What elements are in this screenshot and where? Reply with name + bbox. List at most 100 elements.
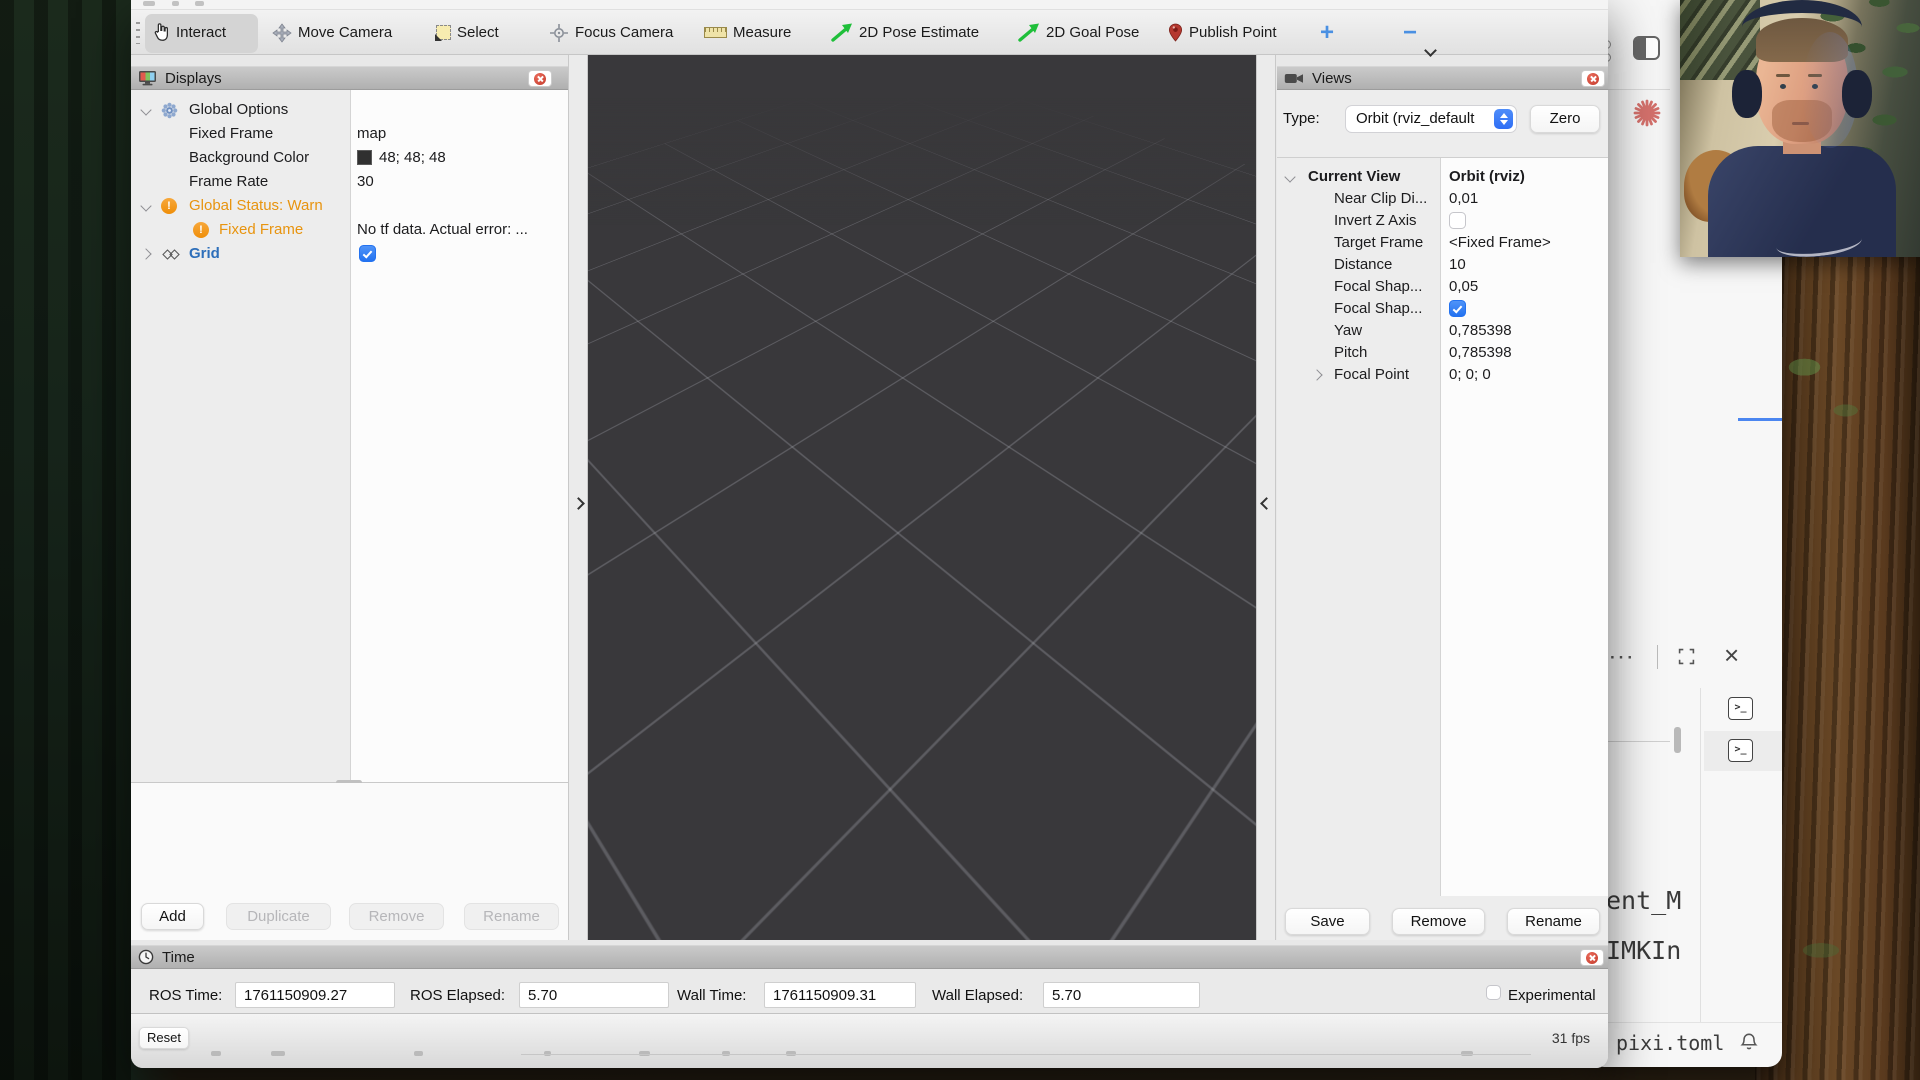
add-tool-button[interactable]: + xyxy=(1320,10,1334,55)
tree-label: Invert Z Axis xyxy=(1334,210,1417,232)
view-row-distance[interactable]: Distance 10 xyxy=(1277,254,1608,276)
zero-button[interactable]: Zero xyxy=(1530,105,1600,133)
tree-value[interactable]: 0,05 xyxy=(1449,276,1478,298)
view-row-focal-point[interactable]: Focal Point 0; 0; 0 xyxy=(1277,364,1608,386)
color-swatch[interactable] xyxy=(357,150,372,165)
webcam-headphones-band xyxy=(1742,0,1862,54)
status-filename[interactable]: pixi.toml xyxy=(1616,1031,1724,1055)
chevron-right-icon[interactable] xyxy=(140,248,151,259)
tree-value[interactable]: 0,785398 xyxy=(1449,342,1512,364)
3d-viewport[interactable] xyxy=(588,55,1256,940)
gear-icon xyxy=(161,102,178,119)
wall-time-field[interactable] xyxy=(764,982,916,1008)
collapse-left-icon[interactable] xyxy=(572,497,585,510)
views-panel-header[interactable]: Views xyxy=(1277,66,1608,90)
duplicate-display-button[interactable]: Duplicate xyxy=(226,903,331,930)
rename-view-button[interactable]: Rename xyxy=(1507,908,1600,935)
chevron-down-icon[interactable] xyxy=(140,104,151,115)
terminal-icon[interactable]: >_ xyxy=(1728,739,1753,762)
tree-value[interactable]: <Fixed Frame> xyxy=(1449,232,1551,254)
chevron-down-icon[interactable] xyxy=(140,200,151,211)
tree-label: Current View xyxy=(1308,166,1400,188)
close-icon[interactable] xyxy=(1581,70,1605,87)
tree-value[interactable]: map xyxy=(357,122,386,146)
wall-elapsed-field[interactable] xyxy=(1043,982,1200,1008)
chevron-right-icon[interactable] xyxy=(1311,369,1322,380)
tree-value: Orbit (rviz) xyxy=(1449,166,1525,188)
time-panel-header[interactable]: Time xyxy=(131,945,1608,969)
tree-row-fixed-frame[interactable]: Fixed Frame map xyxy=(131,122,568,146)
tool-move-camera[interactable]: Move Camera xyxy=(272,10,392,55)
scrollbar-thumb[interactable] xyxy=(1674,727,1681,753)
tree-value[interactable]: 0; 0; 0 xyxy=(1449,364,1491,386)
tree-value[interactable]: 48; 48; 48 xyxy=(379,146,446,170)
remove-view-button[interactable]: Remove xyxy=(1392,908,1485,935)
move-arrows-icon xyxy=(272,23,292,43)
collapse-right-icon[interactable] xyxy=(1260,497,1273,510)
expand-icon[interactable] xyxy=(1678,648,1695,665)
tree-row-background-color[interactable]: Background Color 48; 48; 48 xyxy=(131,146,568,170)
map-pin-icon xyxy=(1168,23,1183,42)
tool-measure[interactable]: Measure xyxy=(704,10,791,55)
experimental-checkbox[interactable] xyxy=(1486,985,1501,1000)
tree-row-global-status[interactable]: ! Global Status: Warn xyxy=(131,194,568,218)
view-row-focal-shape-size[interactable]: Focal Shap... 0,05 xyxy=(1277,276,1608,298)
rename-display-button[interactable]: Rename xyxy=(464,903,559,930)
invert-z-checkbox[interactable] xyxy=(1449,212,1466,229)
displays-panel-header[interactable]: Displays xyxy=(131,66,568,90)
tree-row-grid[interactable]: Grid xyxy=(131,242,568,266)
remove-tool-button[interactable]: − xyxy=(1403,10,1417,55)
view-row-pitch[interactable]: Pitch 0,785398 xyxy=(1277,342,1608,364)
clipped-glyph xyxy=(271,1051,285,1056)
view-type-dropdown[interactable]: Orbit (rviz_default xyxy=(1345,105,1517,133)
divider xyxy=(1700,688,1701,1023)
tree-value[interactable]: 0,785398 xyxy=(1449,320,1512,342)
tool-label: 2D Goal Pose xyxy=(1046,24,1139,41)
focal-shape-checkbox[interactable] xyxy=(1449,300,1466,317)
close-icon[interactable] xyxy=(528,70,552,87)
chevron-down-icon[interactable] xyxy=(1284,171,1295,182)
ros-time-field[interactable] xyxy=(235,982,395,1008)
tool-focus-camera[interactable]: Focus Camera xyxy=(549,10,673,55)
bell-icon[interactable] xyxy=(1738,1031,1760,1053)
views-panel-icon xyxy=(1284,72,1304,85)
remove-display-button[interactable]: Remove xyxy=(349,903,444,930)
save-view-button[interactable]: Save xyxy=(1285,908,1370,935)
webcam-overlay xyxy=(1680,0,1920,257)
view-row-current-view[interactable]: Current View Orbit (rviz) xyxy=(1277,166,1608,188)
close-icon[interactable] xyxy=(1580,949,1604,966)
tool-interact[interactable]: Interact xyxy=(153,10,226,55)
tree-value[interactable]: 0,01 xyxy=(1449,188,1478,210)
view-row-near-clip[interactable]: Near Clip Di... 0,01 xyxy=(1277,188,1608,210)
tool-label: Focus Camera xyxy=(575,24,673,41)
tree-row-frame-rate[interactable]: Frame Rate 30 xyxy=(131,170,568,194)
tree-value[interactable]: 10 xyxy=(1449,254,1466,276)
tree-row-fixed-frame-warning[interactable]: ! Fixed Frame No tf data. Actual error: … xyxy=(131,218,568,242)
clipped-divider xyxy=(521,1054,1531,1055)
ros-elapsed-field[interactable] xyxy=(519,982,669,1008)
terminal-icon[interactable]: >_ xyxy=(1728,697,1753,720)
reset-button[interactable]: Reset xyxy=(139,1027,189,1049)
view-row-focal-shape-fixed[interactable]: Focal Shap... xyxy=(1277,298,1608,320)
view-row-invert-z[interactable]: Invert Z Axis xyxy=(1277,210,1608,232)
close-icon[interactable]: × xyxy=(1724,644,1739,666)
tool-2d-goal-pose[interactable]: 2D Goal Pose xyxy=(1018,10,1139,55)
add-display-button[interactable]: Add xyxy=(141,903,204,930)
view-row-target-frame[interactable]: Target Frame <Fixed Frame> xyxy=(1277,232,1608,254)
toolbar-drag-handle[interactable] xyxy=(136,22,140,44)
tool-publish-point[interactable]: Publish Point xyxy=(1168,10,1277,55)
code-fragment: IMKIn xyxy=(1606,936,1681,965)
tool-select[interactable]: Select xyxy=(436,10,499,55)
tree-label: Focal Shap... xyxy=(1334,276,1422,298)
view-row-yaw[interactable]: Yaw 0,785398 xyxy=(1277,320,1608,342)
asterisk-icon[interactable] xyxy=(1631,97,1663,129)
tree-row-global-options[interactable]: Global Options xyxy=(131,98,568,122)
tree-value[interactable]: 30 xyxy=(357,170,374,194)
toolbar-overflow-chevron-down-icon[interactable] xyxy=(1424,44,1437,57)
tool-2d-pose-estimate[interactable]: 2D Pose Estimate xyxy=(831,10,979,55)
sidebar-toggle-icon[interactable] xyxy=(1633,36,1660,60)
right-panel-collapse-handle[interactable] xyxy=(1256,55,1276,940)
grid-enabled-checkbox[interactable] xyxy=(359,245,376,262)
more-actions-icon[interactable]: ··· xyxy=(1610,648,1636,668)
left-panel-collapse-handle[interactable] xyxy=(568,55,588,940)
